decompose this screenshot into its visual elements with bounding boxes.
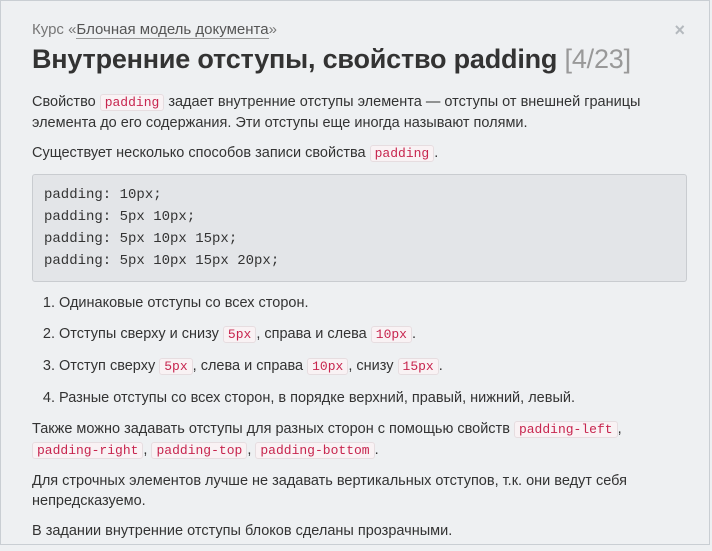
text: . (438, 358, 443, 374)
inline-code: padding-bottom (255, 442, 375, 459)
inline-code: 15px (397, 358, 439, 375)
text: Одинаковые отступы со всех сторон. (59, 295, 309, 311)
breadcrumb: Курс «Блочная модель документа» (32, 21, 277, 39)
paragraph-inline-note: Для строчных элементов лучше не задавать… (32, 473, 627, 509)
text: , снизу (348, 358, 398, 374)
paragraph-ways: Существует несколько способов записи сво… (32, 143, 687, 164)
inline-code: padding-right (32, 442, 144, 459)
code-line: padding: 5px 10px 15px 20px; (44, 253, 280, 269)
text: Разные отступы со всех сторон, в порядке… (59, 390, 575, 406)
list-item: Разные отступы со всех сторон, в порядке… (59, 388, 687, 408)
page-title: Внутренние отступы, свойство padding [4/… (32, 44, 631, 75)
lesson-content: Свойство padding задает внутренние отсту… (32, 92, 687, 551)
inline-code: padding-left (513, 421, 618, 438)
close-icon[interactable]: × (674, 21, 685, 39)
text: Отступ сверху (59, 358, 160, 374)
text: , справа и слева (256, 326, 371, 342)
breadcrumb-prefix: Курс « (32, 21, 77, 38)
list-item: Отступы сверху и снизу 5px, справа и сле… (59, 324, 687, 345)
inline-code: padding (369, 145, 435, 162)
text: , слева и справа (192, 358, 308, 374)
list-item: Отступ сверху 5px, слева и справа 10px, … (59, 356, 687, 377)
text: Отступы сверху и снизу (59, 326, 223, 342)
padding-variants-list: Одинаковые отступы со всех сторон. Отсту… (32, 293, 687, 408)
text: Существует несколько способов записи сво… (32, 145, 370, 161)
paragraph-intro: Свойство padding задает внутренние отсту… (32, 92, 687, 133)
lesson-modal: × Курс «Блочная модель документа» Внутре… (0, 0, 710, 545)
text: , (617, 421, 622, 437)
inline-code: 5px (159, 358, 193, 375)
paragraph-sides: Также можно задавать отступы для разных … (32, 419, 687, 461)
text: . (412, 326, 417, 342)
inline-code: padding-top (151, 442, 248, 459)
inline-code: padding (99, 94, 165, 111)
text: Свойство (32, 94, 100, 110)
code-line: padding: 5px 10px; (44, 209, 196, 225)
text: Также можно задавать отступы для разных … (32, 421, 514, 437)
lesson-progress: [4/23] (564, 44, 632, 74)
list-item: Одинаковые отступы со всех сторон. (59, 293, 687, 313)
code-line: padding: 10px; (44, 187, 162, 203)
page-title-text: Внутренние отступы, свойство padding (32, 44, 558, 74)
breadcrumb-suffix: » (268, 21, 277, 38)
code-block: padding: 10px; padding: 5px 10px; padding:… (32, 174, 687, 282)
paragraph-task-note: В задании внутренние отступы блоков сдел… (32, 523, 453, 539)
code-line: padding: 5px 10px 15px; (44, 231, 238, 247)
inline-code: 5px (222, 326, 257, 343)
text: . (374, 442, 379, 458)
text: . (434, 145, 439, 161)
inline-code: 10px (307, 358, 349, 375)
inline-code: 10px (370, 326, 412, 343)
breadcrumb-course-link[interactable]: Блочная модель документа (76, 21, 269, 39)
